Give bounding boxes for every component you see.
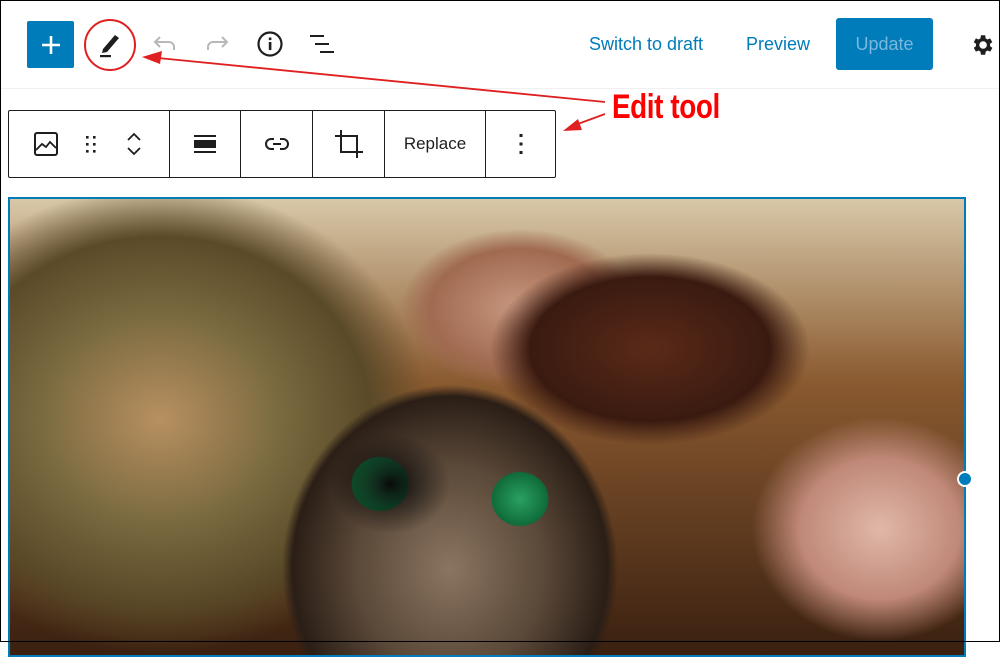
switch-to-draft-link[interactable]: Switch to draft: [589, 34, 703, 55]
crop-button[interactable]: [333, 111, 365, 177]
list-view-button[interactable]: [302, 24, 342, 64]
info-icon: [257, 31, 283, 57]
block-toolbar: Replace: [8, 110, 556, 178]
editor-header: Switch to draft Preview Update: [0, 0, 1000, 89]
block-toolbar-group-more: [486, 111, 555, 177]
drag-handle[interactable]: [73, 111, 109, 177]
pencil-edit-icon: [100, 35, 119, 58]
replace-button[interactable]: Replace: [404, 111, 466, 177]
redo-icon: [207, 36, 229, 50]
link-icon: [264, 138, 289, 150]
kitten-photo: [10, 199, 964, 655]
align-wide-icon: [194, 135, 216, 153]
update-button[interactable]: Update: [836, 18, 933, 70]
redo-button[interactable]: [197, 24, 237, 64]
add-block-button[interactable]: [27, 21, 74, 68]
more-options-icon: [519, 134, 522, 154]
preview-link[interactable]: Preview: [746, 34, 810, 55]
annotation-arrowhead-toolbar: [563, 119, 582, 131]
image-icon: [34, 132, 58, 156]
annotation-arrow-to-toolbar: [574, 113, 606, 126]
block-type-button[interactable]: [19, 111, 73, 177]
details-button[interactable]: [250, 24, 290, 64]
drag-handle-icon: [86, 136, 96, 153]
block-toolbar-group-crop: [313, 111, 385, 177]
crop-icon: [334, 130, 363, 158]
list-view-icon: [310, 35, 334, 53]
edit-tool-button[interactable]: [90, 24, 130, 64]
gear-icon[interactable]: [969, 32, 995, 58]
more-options-button[interactable]: [517, 111, 525, 177]
block-toolbar-group-link: [241, 111, 313, 177]
resize-handle[interactable]: [957, 471, 973, 487]
annotation-label: Edit tool: [612, 88, 720, 126]
undo-button[interactable]: [145, 24, 185, 64]
image-block[interactable]: [8, 197, 966, 657]
undo-icon: [153, 36, 175, 50]
plus-icon: [41, 35, 60, 54]
block-toolbar-group-block: [9, 111, 170, 177]
block-toolbar-group-replace: Replace: [385, 111, 486, 177]
move-up-icon[interactable]: [124, 130, 144, 144]
move-down-icon[interactable]: [124, 144, 144, 158]
block-toolbar-group-align: [170, 111, 241, 177]
move-buttons: [109, 111, 159, 177]
insert-link-button[interactable]: [263, 111, 291, 177]
align-button[interactable]: [192, 111, 218, 177]
